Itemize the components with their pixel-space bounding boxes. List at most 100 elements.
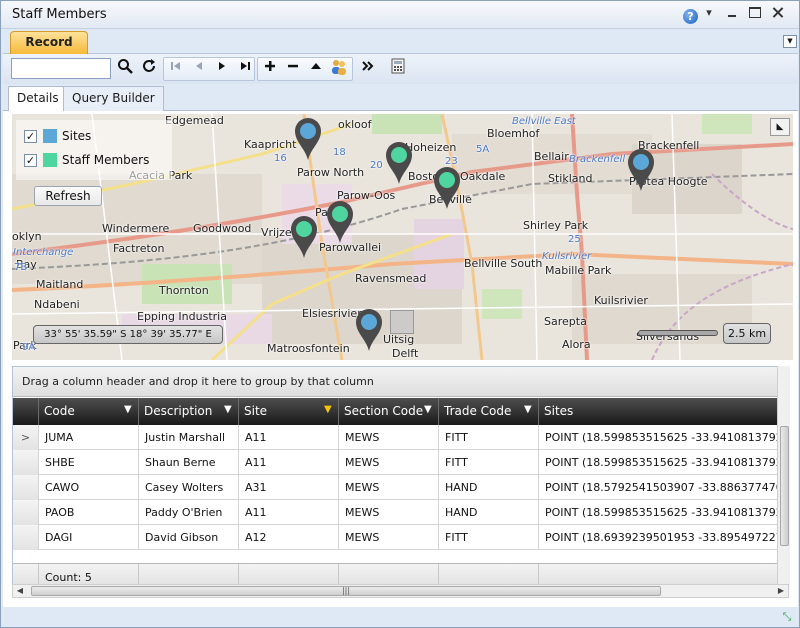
cell-trade-code[interactable]: HAND: [439, 500, 539, 525]
map-place-label: Bellville East: [512, 116, 576, 127]
filter-active-icon[interactable]: ▼: [324, 405, 334, 415]
scroll-right-icon[interactable]: ▶: [774, 585, 788, 597]
cell-sites[interactable]: POINT (18.599853515625 -33.9410813792: [539, 500, 786, 525]
maximize-button[interactable]: [749, 7, 761, 18]
search-icon[interactable]: [114, 58, 136, 80]
first-record-icon[interactable]: [165, 58, 187, 80]
vertical-scroll-thumb[interactable]: [780, 426, 789, 546]
window-title: Staff Members: [12, 7, 107, 22]
cell-trade-code[interactable]: FITT: [439, 525, 539, 550]
map-pin-site[interactable]: [354, 307, 384, 353]
search-input[interactable]: [11, 58, 111, 79]
staff-members-checkbox[interactable]: ✓: [24, 154, 37, 167]
filter-icon[interactable]: ▼: [224, 405, 234, 415]
cell-trade-code[interactable]: FITT: [439, 450, 539, 475]
tab-details[interactable]: Details: [8, 86, 68, 112]
map-pin-staff[interactable]: [432, 165, 462, 211]
cell-site[interactable]: A11: [239, 500, 339, 525]
map-pin-staff[interactable]: [289, 214, 319, 260]
cell-code[interactable]: DAGI: [39, 525, 139, 550]
map-place-label: oklyn: [12, 230, 42, 243]
legend-label: Staff Members: [62, 153, 150, 167]
close-button[interactable]: [772, 7, 784, 18]
cell-description[interactable]: Paddy O'Brien: [139, 500, 239, 525]
grid-horizontal-scrollbar[interactable]: ◀ ||| ▶: [12, 584, 789, 598]
cell-section-code[interactable]: MEWS: [339, 450, 439, 475]
column-header-site[interactable]: Site ▼: [239, 398, 339, 425]
table-row[interactable]: > JUMA Justin Marshall A11 MEWS FITT POI…: [13, 425, 786, 450]
map-place-label: Kuilsrivier: [594, 294, 648, 307]
ribbon-collapse-button[interactable]: ▼: [783, 35, 797, 48]
cell-section-code[interactable]: MEWS: [339, 525, 439, 550]
map-pin-staff[interactable]: [384, 140, 414, 186]
map-pin-site[interactable]: [626, 147, 656, 193]
column-header-trade-code[interactable]: Trade Code ▼: [439, 398, 539, 425]
legend-item-staff-members[interactable]: ✓ Staff Members: [24, 152, 174, 170]
cell-description[interactable]: Justin Marshall: [139, 425, 239, 450]
next-record-icon[interactable]: [211, 58, 233, 80]
remove-icon[interactable]: [282, 58, 304, 80]
legend-item-sites[interactable]: ✓ Sites: [24, 128, 174, 146]
cell-trade-code[interactable]: FITT: [439, 425, 539, 450]
scroll-left-icon[interactable]: ◀: [13, 585, 27, 597]
column-header-section-code[interactable]: Section Code ▼: [339, 398, 439, 425]
cell-section-code[interactable]: MEWS: [339, 475, 439, 500]
map-pin-staff[interactable]: [325, 199, 355, 245]
cell-site[interactable]: A11: [239, 450, 339, 475]
map-place-label: Mabille Park: [545, 264, 612, 277]
cell-sites[interactable]: POINT (18.6939239501953 -33.895497227: [539, 525, 786, 550]
users-icon[interactable]: [328, 58, 350, 80]
cell-sites[interactable]: POINT (18.599853515625 -33.9410813792: [539, 425, 786, 450]
cell-sites[interactable]: POINT (18.5792541503907 -33.886377470: [539, 475, 786, 500]
table-row[interactable]: PAOB Paddy O'Brien A11 MEWS HAND POINT (…: [13, 500, 786, 525]
refresh-icon[interactable]: [138, 58, 160, 80]
group-by-panel[interactable]: Drag a column header and drop it here to…: [13, 367, 786, 397]
cell-description[interactable]: Casey Wolters: [139, 475, 239, 500]
help-icon[interactable]: ?: [683, 9, 698, 24]
map-pin-site[interactable]: [293, 116, 323, 162]
filter-icon[interactable]: ▼: [524, 405, 534, 415]
resize-grip-icon[interactable]: ⤡: [779, 609, 795, 625]
fullscreen-icon[interactable]: ◣: [770, 118, 790, 136]
horizontal-scroll-thumb[interactable]: |||: [31, 586, 661, 596]
column-header-sites[interactable]: Sites: [539, 398, 786, 425]
cell-section-code[interactable]: MEWS: [339, 425, 439, 450]
move-up-icon[interactable]: [305, 58, 327, 80]
previous-record-icon[interactable]: [188, 58, 210, 80]
add-icon[interactable]: [259, 58, 281, 80]
cell-site[interactable]: A31: [239, 475, 339, 500]
map-thumbnail[interactable]: [390, 310, 414, 334]
minimize-button[interactable]: [726, 7, 738, 18]
map-view[interactable]: Edgemead Kaapricht Parow North Parow-Oos…: [12, 114, 793, 360]
more-icon[interactable]: [357, 58, 379, 80]
cell-site[interactable]: A12: [239, 525, 339, 550]
cell-description[interactable]: David Gibson: [139, 525, 239, 550]
sites-checkbox[interactable]: ✓: [24, 130, 37, 143]
table-row[interactable]: SHBE Shaun Berne A11 MEWS FITT POINT (18…: [13, 450, 786, 475]
edit-group: [257, 57, 353, 81]
tab-query-builder[interactable]: Query Builder: [63, 86, 164, 111]
filter-icon[interactable]: ▼: [124, 405, 134, 415]
cell-site[interactable]: A11: [239, 425, 339, 450]
cell-code[interactable]: SHBE: [39, 450, 139, 475]
last-record-icon[interactable]: [234, 58, 256, 80]
column-header-code[interactable]: Code ▼: [39, 398, 139, 425]
grid-header: Code ▼ Description ▼ Site ▼ Section Code…: [13, 398, 786, 425]
table-row[interactable]: DAGI David Gibson A12 MEWS FITT POINT (1…: [13, 525, 786, 550]
cell-sites[interactable]: POINT (18.599853515625 -33.9410813792: [539, 450, 786, 475]
cell-code[interactable]: PAOB: [39, 500, 139, 525]
table-row[interactable]: CAWO Casey Wolters A31 MEWS HAND POINT (…: [13, 475, 786, 500]
cell-description[interactable]: Shaun Berne: [139, 450, 239, 475]
cell-code[interactable]: JUMA: [39, 425, 139, 450]
grid-vertical-scrollbar[interactable]: [777, 366, 790, 590]
column-header-description[interactable]: Description ▼: [139, 398, 239, 425]
filter-icon[interactable]: ▼: [424, 405, 434, 415]
ribbon-tab-record[interactable]: Record: [10, 31, 88, 54]
calculator-icon[interactable]: [387, 58, 409, 80]
ribbon: Record ▼: [3, 30, 798, 54]
cell-section-code[interactable]: MEWS: [339, 500, 439, 525]
cell-trade-code[interactable]: HAND: [439, 475, 539, 500]
map-refresh-button[interactable]: Refresh: [34, 186, 102, 206]
help-dropdown-icon[interactable]: ▾: [702, 6, 716, 19]
cell-code[interactable]: CAWO: [39, 475, 139, 500]
